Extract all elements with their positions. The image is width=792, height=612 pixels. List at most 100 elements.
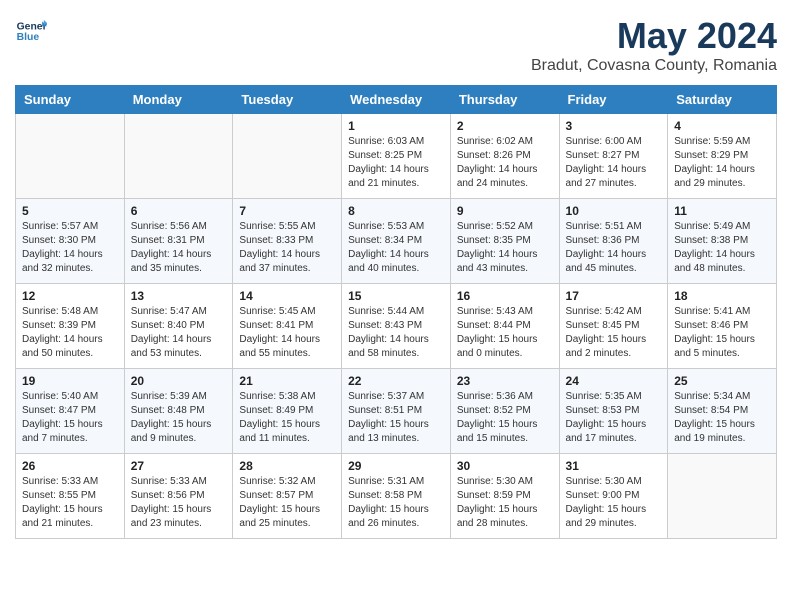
calendar-cell: 26Sunrise: 5:33 AM Sunset: 8:55 PM Dayli… [16,454,125,539]
day-info: Sunrise: 5:43 AM Sunset: 8:44 PM Dayligh… [457,305,553,361]
day-number: 6 [131,204,227,218]
title-area: May 2024 Bradut, Covasna County, Romania [531,15,777,75]
day-info: Sunrise: 5:51 AM Sunset: 8:36 PM Dayligh… [566,220,662,276]
day-number: 5 [22,204,118,218]
day-info: Sunrise: 5:32 AM Sunset: 8:57 PM Dayligh… [239,475,335,531]
calendar-cell: 31 Sunrise: 5:30 AM Sunset: 9:00 PM Dayli… [559,454,668,539]
day-number: 12 [22,289,118,303]
day-info: Sunrise: 5:34 AM Sunset: 8:54 PM Dayligh… [674,390,770,446]
calendar-cell: 25 Sunrise: 5:34 AM Sunset: 8:54 PM Dayli… [668,369,777,454]
day-info: Sunrise: 5:39 AM Sunset: 8:48 PM Dayligh… [131,390,227,446]
day-info: Sunrise: 5:47 AM Sunset: 8:40 PM Dayligh… [131,305,227,361]
day-number: 29 [348,459,444,473]
day-info: Sunrise: 5:38 AM Sunset: 8:49 PM Dayligh… [239,390,335,446]
day-number: 19 [22,374,118,388]
day-number: 1 [348,119,444,133]
day-of-week-header: Tuesday [233,86,342,114]
calendar-cell: 5 Sunrise: 5:57 AM Sunset: 8:30 PM Daylig… [16,199,125,284]
calendar-week-row: 19 Sunrise: 5:40 AM Sunset: 8:47 PM Dayli… [16,369,777,454]
day-info: Sunrise: 5:52 AM Sunset: 8:35 PM Dayligh… [457,220,553,276]
day-number: 8 [348,204,444,218]
calendar-cell: 4 Sunrise: 5:59 AM Sunset: 8:29 PM Daylig… [668,114,777,199]
day-number: 9 [457,204,553,218]
day-number: 15 [348,289,444,303]
calendar-week-row: 12 Sunrise: 5:48 AM Sunset: 8:39 PM Dayli… [16,284,777,369]
calendar-cell [668,454,777,539]
calendar-week-row: 26Sunrise: 5:33 AM Sunset: 8:55 PM Dayli… [16,454,777,539]
day-info: Sunrise: 5:31 AM Sunset: 8:58 PM Dayligh… [348,475,444,531]
calendar-cell: 21 Sunrise: 5:38 AM Sunset: 8:49 PM Dayli… [233,369,342,454]
day-number: 27 [131,459,227,473]
calendar-cell: 17 Sunrise: 5:42 AM Sunset: 8:45 PM Dayli… [559,284,668,369]
calendar-cell: 2 Sunrise: 6:02 AM Sunset: 8:26 PM Daylig… [450,114,559,199]
day-info: Sunrise: 5:30 AM Sunset: 9:00 PM Dayligh… [566,475,662,531]
day-info: Sunrise: 5:40 AM Sunset: 8:47 PM Dayligh… [22,390,118,446]
day-info: Sunrise: 5:33 AM Sunset: 8:56 PM Dayligh… [131,475,227,531]
day-info: Sunrise: 5:53 AM Sunset: 8:34 PM Dayligh… [348,220,444,276]
calendar-cell: 28Sunrise: 5:32 AM Sunset: 8:57 PM Dayli… [233,454,342,539]
day-of-week-header: Sunday [16,86,125,114]
calendar-cell: 15 Sunrise: 5:44 AM Sunset: 8:43 PM Dayli… [342,284,451,369]
calendar-cell: 12 Sunrise: 5:48 AM Sunset: 8:39 PM Dayli… [16,284,125,369]
day-of-week-header: Wednesday [342,86,451,114]
day-number: 22 [348,374,444,388]
calendar-cell: 24Sunrise: 5:35 AM Sunset: 8:53 PM Dayli… [559,369,668,454]
day-info: Sunrise: 6:03 AM Sunset: 8:25 PM Dayligh… [348,135,444,191]
day-number: 10 [566,204,662,218]
day-info: Sunrise: 5:59 AM Sunset: 8:29 PM Dayligh… [674,135,770,191]
day-number: 31 [566,459,662,473]
day-info: Sunrise: 6:02 AM Sunset: 8:26 PM Dayligh… [457,135,553,191]
day-of-week-header: Friday [559,86,668,114]
calendar-cell [16,114,125,199]
day-number: 4 [674,119,770,133]
day-info: Sunrise: 5:42 AM Sunset: 8:45 PM Dayligh… [566,305,662,361]
day-info: Sunrise: 5:44 AM Sunset: 8:43 PM Dayligh… [348,305,444,361]
logo-icon: General Blue [15,15,47,47]
day-number: 13 [131,289,227,303]
calendar-cell: 30Sunrise: 5:30 AM Sunset: 8:59 PM Dayli… [450,454,559,539]
calendar-cell: 3Sunrise: 6:00 AM Sunset: 8:27 PM Daylig… [559,114,668,199]
calendar-cell: 13 Sunrise: 5:47 AM Sunset: 8:40 PM Dayli… [124,284,233,369]
day-number: 3 [566,119,662,133]
day-info: Sunrise: 5:55 AM Sunset: 8:33 PM Dayligh… [239,220,335,276]
calendar-cell: 9 Sunrise: 5:52 AM Sunset: 8:35 PM Daylig… [450,199,559,284]
day-info: Sunrise: 5:48 AM Sunset: 8:39 PM Dayligh… [22,305,118,361]
calendar-cell: 20 Sunrise: 5:39 AM Sunset: 8:48 PM Dayli… [124,369,233,454]
calendar-cell: 8 Sunrise: 5:53 AM Sunset: 8:34 PM Daylig… [342,199,451,284]
calendar-cell: 10 Sunrise: 5:51 AM Sunset: 8:36 PM Dayli… [559,199,668,284]
calendar-cell: 18Sunrise: 5:41 AM Sunset: 8:46 PM Dayli… [668,284,777,369]
day-number: 26 [22,459,118,473]
calendar-week-row: 5 Sunrise: 5:57 AM Sunset: 8:30 PM Daylig… [16,199,777,284]
calendar-cell: 19 Sunrise: 5:40 AM Sunset: 8:47 PM Dayli… [16,369,125,454]
calendar-table: SundayMondayTuesdayWednesdayThursdayFrid… [15,85,777,539]
day-number: 2 [457,119,553,133]
day-number: 11 [674,204,770,218]
calendar-cell: 6Sunrise: 5:56 AM Sunset: 8:31 PM Daylig… [124,199,233,284]
day-number: 24 [566,374,662,388]
calendar-cell: 29 Sunrise: 5:31 AM Sunset: 8:58 PM Dayli… [342,454,451,539]
day-info: Sunrise: 5:37 AM Sunset: 8:51 PM Dayligh… [348,390,444,446]
calendar-cell [124,114,233,199]
month-title: May 2024 [531,15,777,57]
day-info: Sunrise: 5:45 AM Sunset: 8:41 PM Dayligh… [239,305,335,361]
day-number: 30 [457,459,553,473]
calendar-week-row: 1 Sunrise: 6:03 AM Sunset: 8:25 PM Daylig… [16,114,777,199]
day-info: Sunrise: 5:41 AM Sunset: 8:46 PM Dayligh… [674,305,770,361]
day-number: 20 [131,374,227,388]
day-info: Sunrise: 5:36 AM Sunset: 8:52 PM Dayligh… [457,390,553,446]
day-number: 23 [457,374,553,388]
svg-text:Blue: Blue [17,32,40,43]
day-number: 17 [566,289,662,303]
calendar-cell: 1 Sunrise: 6:03 AM Sunset: 8:25 PM Daylig… [342,114,451,199]
day-number: 21 [239,374,335,388]
day-info: Sunrise: 5:49 AM Sunset: 8:38 PM Dayligh… [674,220,770,276]
day-number: 7 [239,204,335,218]
day-info: Sunrise: 5:57 AM Sunset: 8:30 PM Dayligh… [22,220,118,276]
day-number: 16 [457,289,553,303]
day-number: 25 [674,374,770,388]
logo: General Blue [15,15,47,47]
day-of-week-header: Saturday [668,86,777,114]
calendar-cell: 7 Sunrise: 5:55 AM Sunset: 8:33 PM Daylig… [233,199,342,284]
day-number: 14 [239,289,335,303]
calendar-cell [233,114,342,199]
